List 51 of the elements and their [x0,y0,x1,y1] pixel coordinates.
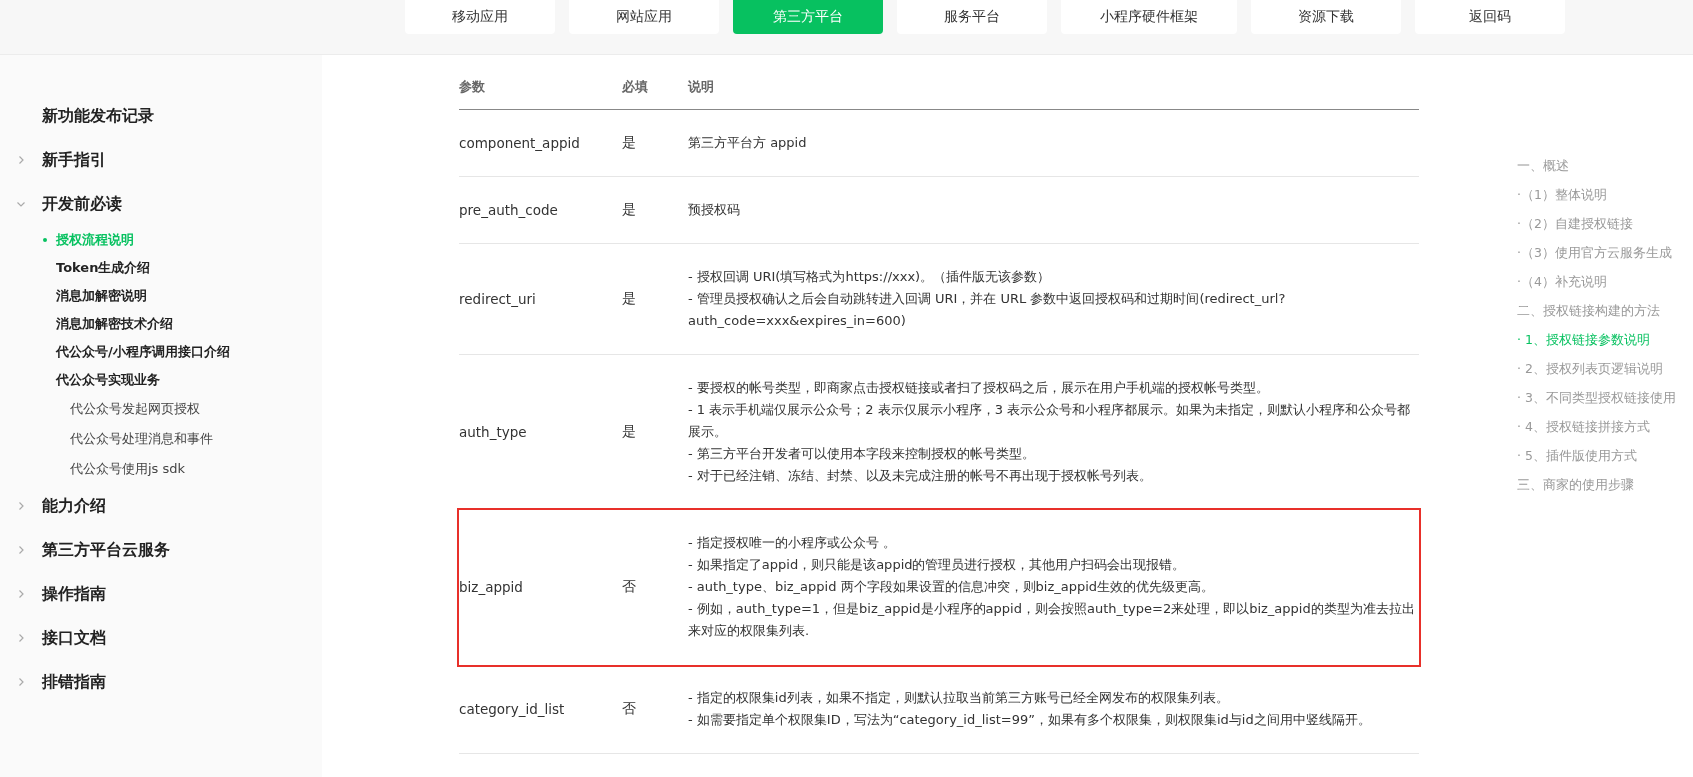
sidebar-item[interactable]: Token生成介绍 [0,254,322,282]
description-line: - 1 表示手机端仅展示公众号；2 表示仅展示小程序，3 表示公众号和小程序都展示。如果为未指定，则默认小程序和公众号都展示。 [688,401,1412,441]
description-line: - 如果指定了appid，则只能是该appid的管理员进行授权，其他用户扫码会出现报错。 [688,556,1187,574]
sidebar-item[interactable]: 新手指引 [42,149,106,171]
param-name: biz_appid [459,579,523,595]
sidebar-item[interactable]: 代公众号使用js sdk [0,454,322,484]
description-line: - 管理员授权确认之后会自动跳转进入回调 URI，并在 URL 参数中返回授权码和过期时间(redirect_url?auth_code=xxx&expires_in=600) [688,290,1287,330]
description-line: - 第三方平台开发者可以使用本字段来控制授权的帐号类型。 [688,445,1036,463]
param-name: pre_auth_code [459,202,558,218]
nav-tab[interactable]: 服务平台 [897,0,1047,34]
description-line: 预授权码 [688,201,741,219]
description-line: - 授权回调 URI(填写格式为https://xxx)。（插件版无该参数） [688,268,1052,286]
sidebar-item[interactable]: 开发前必读 [42,193,122,215]
required-text: 否 [622,700,636,716]
sidebar-item[interactable]: 代公众号发起网页授权 [0,394,322,424]
description-line: - 指定授权唯一的小程序或公众号 。 [688,534,897,552]
param-name: category_id_list [459,701,565,717]
sidebar-item[interactable]: 接口文档 [42,627,106,649]
sidebar-item[interactable]: 新功能发布记录 [42,105,154,127]
description-line: 第三方平台方 appid [688,134,808,152]
sidebar-item[interactable]: 消息加解密技术介绍 [0,310,322,338]
description-line: - 指定的权限集id列表，如果不指定，则默认拉取当前第三方账号已经全网发布的权限集列表。 [688,689,1230,707]
sidebar-item[interactable]: 代公众号/小程序调用接口介绍 [0,338,322,366]
sidebar-item[interactable]: 消息加解密说明 [0,282,322,310]
description-line: - auth_type、biz_appid 两个字段如果设置的信息冲突，则biz_appid生效的优先级更高。 [688,578,1216,596]
sidebar-item[interactable]: 能力介绍 [42,495,106,517]
required-text: 否 [622,578,636,594]
param-name: auth_type [459,424,527,440]
nav-tab[interactable]: 资源下载 [1251,0,1401,34]
nav-tab[interactable]: 小程序硬件框架 [1061,0,1237,34]
description-line: - 对于已经注销、冻结、封禁、以及未完成注册的帐号不再出现于授权帐号列表。 [688,467,1153,485]
sidebar-item[interactable]: 代公众号实现业务 [0,366,322,394]
required-text: 是 [622,290,636,306]
sidebar-item[interactable]: 第三方平台云服务 [42,539,170,561]
column-header: 说明 [688,65,1419,110]
required-text: 是 [622,134,636,150]
param-name: component_appid [459,135,580,151]
sidebar-item[interactable]: 排错指南 [42,671,106,693]
nav-tab[interactable]: 网站应用 [569,0,719,34]
sidebar-item[interactable]: 操作指南 [42,583,106,605]
description-line: - 要授权的帐号类型，即商家点击授权链接或者扫了授权码之后，展示在用户手机端的授权帐号类型。 [688,379,1270,397]
required-text: 是 [622,201,636,217]
sidebar-item[interactable]: 代公众号处理消息和事件 [0,424,322,454]
param-name: redirect_uri [459,291,536,307]
column-header: 必填 [622,65,688,110]
nav-tab[interactable]: 移动应用 [405,0,555,34]
description-line: - 例如，auth_type=1，但是biz_appid是小程序的appid，则会按照auth_type=2来处理，即以biz_appid的类型为准去拉出来对应的权限集列表. [688,600,1416,640]
required-text: 是 [622,423,636,439]
nav-tab[interactable]: 返回码 [1415,0,1565,34]
column-header: 参数 [459,65,622,110]
description-line: - 如需要指定单个权限集ID，写法为“category_id_list=99”，如果有多个权限集，则权限集id与id之间用中竖线隔开。 [688,711,1372,729]
